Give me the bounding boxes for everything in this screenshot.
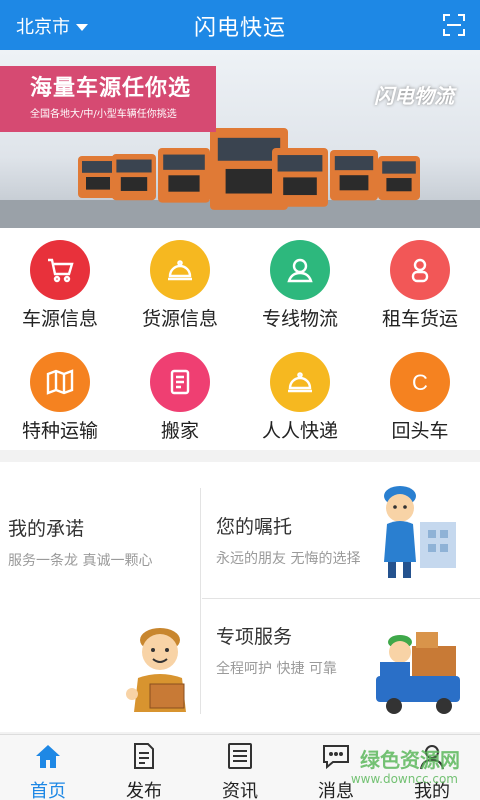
delivery-man-illustration: [384, 486, 456, 578]
grid-item-label: 特种运输: [21, 420, 98, 442]
grid-item-cargo-info[interactable]: 货源信息: [120, 228, 240, 338]
truck-grille: [339, 175, 369, 191]
grid-icon-bg: [150, 240, 210, 300]
tab-label: 发布: [126, 781, 162, 800]
grid-item-label: 回头车: [391, 420, 449, 442]
tab-label: 首页: [30, 781, 66, 800]
grid-item-moving[interactable]: 搬家: [120, 340, 240, 450]
grid-icon-bg: [30, 240, 90, 300]
truck-grille: [283, 177, 317, 196]
grid-item-label: 专线物流: [261, 308, 338, 330]
grid-icon-bg: [390, 240, 450, 300]
truck-windshield: [82, 161, 114, 173]
brand-logo-text: 闪电物流: [374, 84, 454, 108]
tab-news[interactable]: 资讯: [192, 735, 288, 800]
grid-item-express[interactable]: 人人快递: [240, 340, 360, 450]
truck-grille: [386, 178, 412, 192]
truck-grille: [225, 168, 273, 194]
grid-item-label: 货源信息: [141, 308, 218, 330]
map-icon: [46, 369, 74, 395]
grid-item-label: 人人快递: [261, 420, 338, 442]
truck-windshield: [163, 154, 205, 170]
grid-icon-bg: [270, 352, 330, 412]
trust-title: 您的嘱托: [216, 516, 293, 538]
promise-title: 我的承诺: [8, 518, 85, 540]
person-icon: [287, 258, 313, 283]
top-bar: 北京市 闪电快运: [0, 0, 480, 50]
site-watermark: 绿色资源网: [360, 748, 460, 772]
grid-icon-bg: [150, 352, 210, 412]
tab-publish[interactable]: 发布: [96, 735, 192, 800]
grid-item-label: 车源信息: [21, 308, 98, 330]
grid-icon-bg: C: [390, 352, 450, 412]
app-root: 北京市 闪电快运 海量车源任你选 全国各地大/中/小型车辆任你挑选 闪电物流 车…: [0, 0, 480, 800]
delivery-truck-illustration: [376, 632, 460, 714]
grid-item-dedicated-logistics[interactable]: 专线物流: [240, 228, 360, 338]
special-subtitle: 全程呵护 快捷 可靠: [216, 661, 337, 677]
courier-with-box-illustration: [126, 628, 186, 712]
grid-item-special-transport[interactable]: 特种运输: [0, 340, 120, 450]
special-title: 专项服务: [216, 626, 293, 648]
c-letter-icon: C: [412, 370, 428, 395]
grid-item-label: 租车货运: [381, 308, 458, 330]
user-icon: [411, 258, 429, 283]
document-icon: [170, 369, 190, 395]
grid-item-label: 搬家: [160, 420, 199, 442]
panel-divider-horizontal: [202, 598, 480, 599]
grid-item-car-rental[interactable]: 租车货运: [360, 228, 480, 338]
bell-icon: [168, 260, 192, 281]
promo-banner[interactable]: 海量车源任你选 全国各地大/中/小型车辆任你挑选 闪电物流: [0, 50, 480, 228]
truck-windshield: [382, 161, 416, 174]
truck-windshield: [217, 137, 281, 161]
message-icon: [323, 745, 349, 770]
bell-icon: [288, 372, 312, 393]
grid-icon-bg: [30, 352, 90, 412]
grid-item-return-truck[interactable]: C 回头车: [360, 340, 480, 450]
trust-subtitle: 永远的朋友 无悔的选择: [216, 551, 361, 567]
site-watermark-url: www.downcc.com: [350, 772, 458, 786]
cart-icon: [48, 258, 74, 283]
app-title: 闪电快运: [193, 16, 286, 41]
grid-item-vehicle-info[interactable]: 车源信息: [0, 228, 120, 338]
truck-windshield: [334, 156, 374, 171]
banner-subline: 全国各地大/中/小型车辆任你挑选: [30, 109, 177, 120]
truck-grille: [120, 177, 148, 191]
service-grid: 车源信息 货源信息 专线物流 租车货运 特种运输 搬家 人人快递 C 回头车: [0, 228, 480, 450]
news-icon: [228, 743, 252, 769]
truck-grille: [86, 177, 110, 190]
tab-label: 资讯: [222, 781, 258, 800]
scan-icon[interactable]: [442, 13, 466, 37]
grid-icon-bg: [270, 240, 330, 300]
panel-divider-vertical: [200, 488, 201, 714]
service-panel: 我的承诺 服务一条龙 真诚一颗心 您的嘱托 永远的朋友 无悔的选择 专项服务 全…: [0, 462, 480, 732]
tab-home[interactable]: 首页: [0, 735, 96, 800]
truck-windshield: [277, 155, 323, 172]
promise-subtitle: 服务一条龙 真诚一颗心: [8, 553, 153, 569]
svg-text:C: C: [412, 370, 428, 395]
publish-icon: [134, 743, 154, 769]
home-icon: [36, 745, 60, 768]
truck-windshield: [116, 159, 152, 173]
truck-grille: [168, 175, 200, 192]
banner-headline: 海量车源任你选: [30, 76, 192, 101]
